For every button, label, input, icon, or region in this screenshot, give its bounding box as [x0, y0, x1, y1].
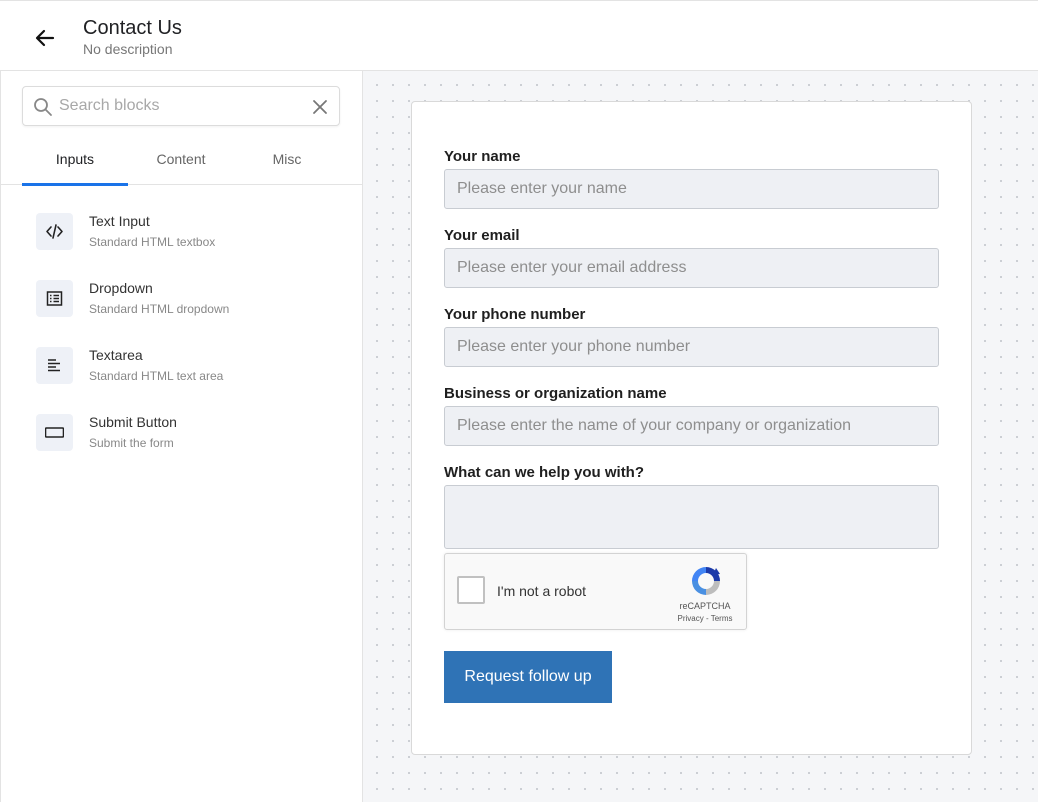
- block-item-textarea[interactable]: Textarea Standard HTML text area: [36, 347, 336, 397]
- block-name: Textarea: [89, 347, 143, 363]
- page-title: Contact Us: [83, 17, 182, 39]
- recaptcha-widget: I'm not a robot reCAPTCHA Privacy - Term…: [444, 553, 747, 630]
- block-item-text-input[interactable]: Text Input Standard HTML textbox: [36, 213, 336, 263]
- name-label: Your name: [444, 148, 521, 165]
- text-lines-icon: [36, 347, 73, 384]
- recaptcha-checkbox[interactable]: [457, 576, 485, 604]
- block-description: Standard HTML dropdown: [89, 302, 230, 316]
- arrow-left-icon: [35, 29, 55, 47]
- request-follow-up-button[interactable]: Request follow up: [444, 651, 612, 703]
- form-preview: Your name Your email Your phone number B…: [411, 101, 972, 755]
- recaptcha-label: I'm not a robot: [497, 583, 587, 599]
- recaptcha-logo-icon: [692, 567, 720, 595]
- organization-field[interactable]: [444, 406, 939, 446]
- help-label: What can we help you with?: [444, 464, 645, 481]
- tab-misc[interactable]: Misc: [234, 141, 340, 185]
- phone-label: Your phone number: [444, 306, 586, 323]
- top-header: Contact Us No description: [0, 0, 1038, 71]
- block-description: Standard HTML textbox: [89, 235, 216, 249]
- organization-label: Business or organization name: [444, 385, 667, 402]
- blocks-sidebar: Inputs Content Misc Text Input Standard …: [0, 71, 363, 802]
- page-subtitle: No description: [83, 41, 173, 57]
- block-item-dropdown[interactable]: Dropdown Standard HTML dropdown: [36, 280, 336, 330]
- block-description: Standard HTML text area: [89, 369, 224, 383]
- close-icon[interactable]: [311, 98, 329, 116]
- tab-content[interactable]: Content: [128, 141, 234, 185]
- block-item-submit-button[interactable]: Submit Button Submit the form: [36, 414, 336, 464]
- email-label: Your email: [444, 227, 520, 244]
- back-button[interactable]: [30, 23, 60, 53]
- search-box: [22, 86, 340, 126]
- block-name: Text Input: [89, 213, 150, 229]
- tab-inputs[interactable]: Inputs: [22, 141, 128, 186]
- code-icon: [36, 213, 73, 250]
- recaptcha-brand: reCAPTCHA: [679, 601, 731, 611]
- recaptcha-links[interactable]: Privacy - Terms: [667, 614, 743, 623]
- name-field[interactable]: [444, 169, 939, 209]
- list-icon: [36, 280, 73, 317]
- block-name: Submit Button: [89, 414, 177, 430]
- email-field[interactable]: [444, 248, 939, 288]
- search-icon: [34, 98, 52, 116]
- search-input[interactable]: [59, 93, 299, 119]
- block-description: Submit the form: [89, 436, 174, 450]
- form-canvas: Your name Your email Your phone number B…: [363, 71, 1038, 802]
- button-icon: [36, 414, 73, 451]
- block-name: Dropdown: [89, 280, 153, 296]
- phone-field[interactable]: [444, 327, 939, 367]
- help-textarea[interactable]: [444, 485, 939, 549]
- block-tabs: Inputs Content Misc: [1, 141, 363, 186]
